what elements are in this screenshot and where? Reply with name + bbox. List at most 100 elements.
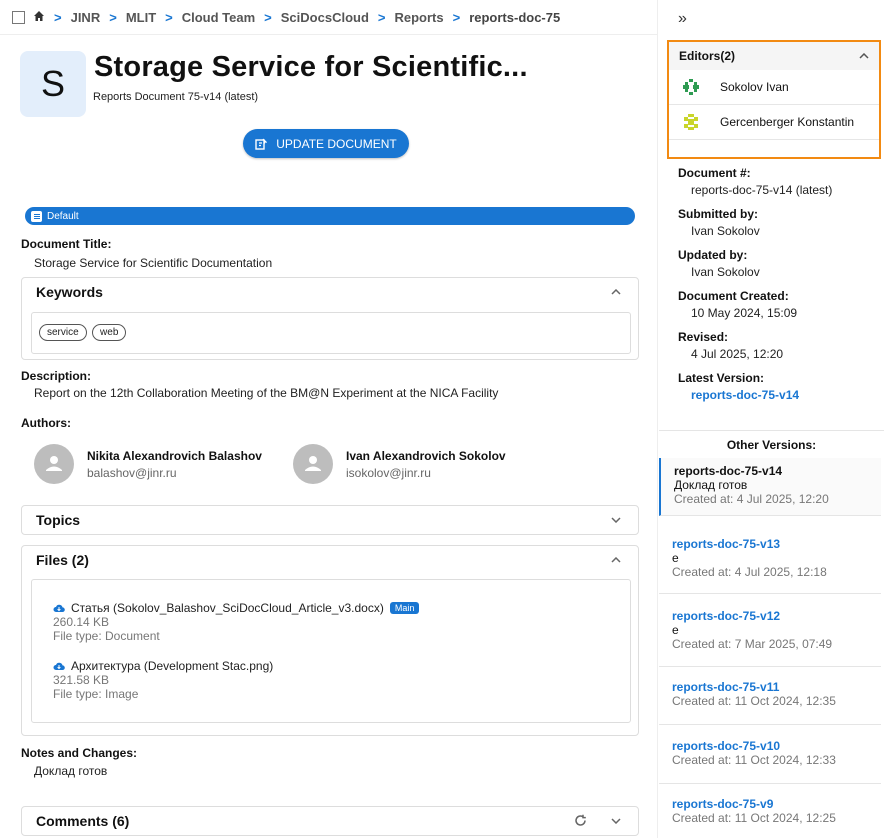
editor-name: Gercenberger Konstantin — [720, 115, 855, 129]
breadcrumb-current: reports-doc-75 — [469, 9, 561, 25]
main-file-badge: Main — [389, 602, 420, 614]
sidebar-toggle-icon[interactable] — [12, 10, 25, 24]
version-name: reports-doc-75-v13 — [672, 537, 781, 551]
submitted-by-label: Submitted by: — [678, 207, 758, 221]
version-item[interactable]: reports-doc-75-v11 Created at: 11 Oct 20… — [659, 675, 881, 725]
collapse-panel-icon[interactable]: » — [678, 10, 687, 28]
edit-document-icon — [255, 138, 268, 150]
person-icon — [305, 456, 321, 471]
notes-value: Доклад готов — [34, 764, 108, 778]
version-note: e — [672, 551, 679, 565]
cloud-download-icon — [53, 604, 65, 612]
keywords-header[interactable]: Keywords — [22, 278, 638, 305]
file-link[interactable]: Статья (Sokolov_Balashov_SciDocCloud_Art… — [71, 601, 384, 615]
keywords-panel: Keywords service web — [21, 277, 639, 360]
chevron-down-icon[interactable] — [608, 512, 624, 528]
comments-title: Comments (6) — [36, 812, 130, 829]
files-title: Files (2) — [36, 551, 89, 568]
chevron-right-icon: > — [452, 9, 461, 25]
version-created: Created at: 11 Oct 2024, 12:25 — [672, 811, 836, 825]
document-avatar: S — [20, 51, 86, 117]
version-created: Created at: 7 Mar 2025, 07:49 — [672, 637, 833, 651]
chevron-up-icon[interactable] — [859, 53, 869, 59]
editor-item[interactable]: Sokolov Ivan — [669, 70, 879, 105]
breadcrumb-mlit[interactable]: MLIT — [126, 10, 156, 25]
updated-by-value: Ivan Sokolov — [691, 265, 760, 279]
template-badge[interactable]: Default — [25, 207, 635, 225]
other-versions-title: Other Versions: — [659, 430, 884, 459]
revised-label: Revised: — [678, 330, 729, 344]
document-title-value: Storage Service for Scientific Documenta… — [34, 256, 273, 270]
revised-value: 4 Jul 2025, 12:20 — [691, 347, 784, 361]
version-item[interactable]: reports-doc-75-v10 Created at: 11 Oct 20… — [659, 734, 881, 784]
template-icon — [31, 210, 42, 222]
latest-version-label: Latest Version: — [678, 371, 765, 385]
breadcrumb-scidocscloud[interactable]: SciDocsCloud — [281, 10, 369, 25]
topics-title: Topics — [36, 511, 81, 528]
version-name: reports-doc-75-v9 — [672, 797, 774, 811]
update-document-label: UPDATE DOCUMENT — [276, 136, 397, 151]
editor-name: Sokolov Ivan — [720, 80, 789, 94]
topics-header[interactable]: Topics — [22, 506, 638, 533]
author-email[interactable]: balashov@jinr.ru — [87, 466, 177, 480]
description-label: Description: — [21, 369, 92, 383]
chevron-right-icon: > — [264, 9, 272, 25]
description-value: Report on the 12th Collaboration Meeting… — [34, 386, 499, 400]
version-created: Created at: 11 Oct 2024, 12:35 — [672, 694, 836, 708]
keyword-chip[interactable]: web — [92, 324, 127, 341]
submitted-by-value: Ivan Sokolov — [691, 224, 760, 238]
editor-item[interactable]: Gercenberger Konstantin — [669, 105, 879, 140]
file-size: 321.58 KB — [53, 673, 110, 687]
version-note: Доклад готов — [674, 478, 748, 492]
version-created: Created at: 4 Jul 2025, 12:18 — [672, 565, 827, 579]
home-icon[interactable] — [33, 10, 45, 25]
breadcrumb-jinr[interactable]: JINR — [71, 10, 101, 25]
refresh-icon[interactable] — [572, 813, 588, 829]
keyword-chip[interactable]: service — [39, 324, 87, 341]
file-type: File type: Image — [53, 687, 139, 701]
latest-version-link[interactable]: reports-doc-75-v14 — [691, 388, 799, 402]
identicon-avatar — [684, 114, 698, 130]
version-item[interactable]: reports-doc-75-v14 Доклад готов Created … — [659, 458, 881, 516]
files-header[interactable]: Files (2) — [22, 546, 638, 573]
file-type: File type: Document — [53, 629, 160, 643]
document-created-label: Document Created: — [678, 289, 789, 303]
template-badge-label: Default — [47, 210, 79, 222]
comments-header[interactable]: Comments (6) — [22, 807, 638, 834]
document-number-label: Document #: — [678, 166, 751, 180]
chevron-right-icon: > — [165, 9, 173, 25]
chevron-up-icon[interactable] — [608, 284, 624, 300]
page-title: Storage Service for Scientific... — [94, 51, 528, 83]
breadcrumb-reports[interactable]: Reports — [394, 10, 443, 25]
updated-by-label: Updated by: — [678, 248, 748, 262]
chevron-up-icon[interactable] — [608, 552, 624, 568]
breadcrumb-cloud-team[interactable]: Cloud Team — [182, 10, 255, 25]
version-created: Created at: 11 Oct 2024, 12:33 — [672, 753, 836, 767]
document-title-label: Document Title: — [21, 237, 112, 251]
divider — [657, 0, 658, 838]
breadcrumb: > JINR > MLIT > Cloud Team > SciDocsClou… — [12, 8, 560, 26]
file-item: Статья (Sokolov_Balashov_SciDocCloud_Art… — [53, 601, 420, 643]
editors-panel: Editors(2) Sokolov Ivan Gercenberger Kon… — [667, 40, 881, 159]
chevron-down-icon[interactable] — [608, 813, 624, 829]
files-panel: Files (2) Статья (Sokolov_Balashov_SciDo… — [21, 545, 639, 736]
document-number-value: reports-doc-75-v14 (latest) — [691, 183, 833, 197]
version-item[interactable]: reports-doc-75-v9 Created at: 11 Oct 202… — [659, 792, 881, 838]
page-subtitle: Reports Document 75-v14 (latest) — [93, 91, 259, 103]
comments-panel[interactable]: Comments (6) — [21, 806, 639, 836]
notes-label: Notes and Changes: — [21, 746, 138, 760]
editors-header[interactable]: Editors(2) — [669, 42, 879, 70]
identicon-avatar — [683, 79, 699, 95]
topics-panel[interactable]: Topics — [21, 505, 639, 535]
person-icon — [46, 456, 62, 471]
update-document-button[interactable]: UPDATE DOCUMENT — [243, 129, 409, 158]
version-name: reports-doc-75-v12 — [672, 609, 781, 623]
chevron-right-icon: > — [54, 9, 62, 25]
version-item[interactable]: reports-doc-75-v13 e Created at: 4 Jul 2… — [659, 530, 881, 594]
file-link[interactable]: Архитектура (Development Stac.png) — [71, 659, 273, 673]
document-created-value: 10 May 2024, 15:09 — [691, 306, 798, 320]
author-email[interactable]: isokolov@jinr.ru — [346, 466, 431, 480]
author-name: Ivan Alexandrovich Sokolov — [346, 449, 506, 463]
version-item[interactable]: reports-doc-75-v12 e Created at: 7 Mar 2… — [659, 603, 881, 667]
version-name: reports-doc-75-v11 — [672, 680, 780, 694]
